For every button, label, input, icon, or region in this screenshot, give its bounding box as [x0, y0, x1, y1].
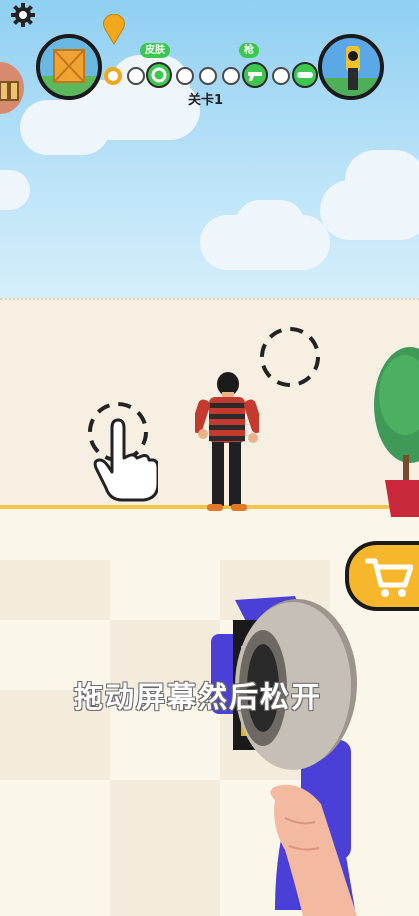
progress-dot — [199, 67, 217, 85]
skin-reward-icon — [151, 67, 167, 83]
progress-dot — [272, 67, 290, 85]
drill-gun-icon — [322, 46, 380, 96]
drag-instruction: 拖动屏幕然后松开 — [74, 680, 323, 714]
shopping-cart-icon — [365, 558, 413, 597]
progress-dot — [127, 67, 145, 85]
right-reward-avatar — [318, 34, 384, 100]
progress-dot-skin — [146, 62, 172, 88]
floor-tile — [110, 780, 220, 916]
cloud — [345, 150, 419, 210]
level-progress-bar: 皮肤 枪 关卡1 — [36, 14, 386, 108]
gift-icon — [0, 81, 19, 101]
target-circle — [260, 327, 320, 387]
progress-dot-gun — [242, 62, 268, 88]
gun-reward-icon — [248, 72, 262, 81]
potted-plant — [374, 347, 419, 517]
game-scene[interactable]: 拖动屏幕然后松开 皮肤 枪 关卡1 — [0, 0, 419, 916]
skin-badge: 皮肤 — [140, 43, 170, 58]
roller-gun — [211, 596, 357, 916]
map-pin-icon — [103, 14, 125, 45]
gear-icon[interactable] — [10, 2, 36, 28]
progress-dot — [222, 67, 240, 85]
mask-reward-icon — [297, 72, 313, 78]
left-reward-avatar — [36, 34, 102, 100]
progress-dot — [176, 67, 194, 85]
enemy-character — [195, 372, 259, 511]
gun-badge: 枪 — [239, 43, 259, 58]
crate-icon — [40, 49, 98, 96]
progress-dot-mask — [292, 62, 318, 88]
tap-hand-icon — [88, 402, 158, 502]
cloud — [20, 100, 110, 155]
floor-tile — [0, 560, 110, 620]
progress-dot-current — [104, 67, 122, 85]
cloud — [235, 200, 305, 250]
shop-button[interactable] — [345, 541, 419, 611]
level-label: 关卡1 — [188, 93, 224, 108]
